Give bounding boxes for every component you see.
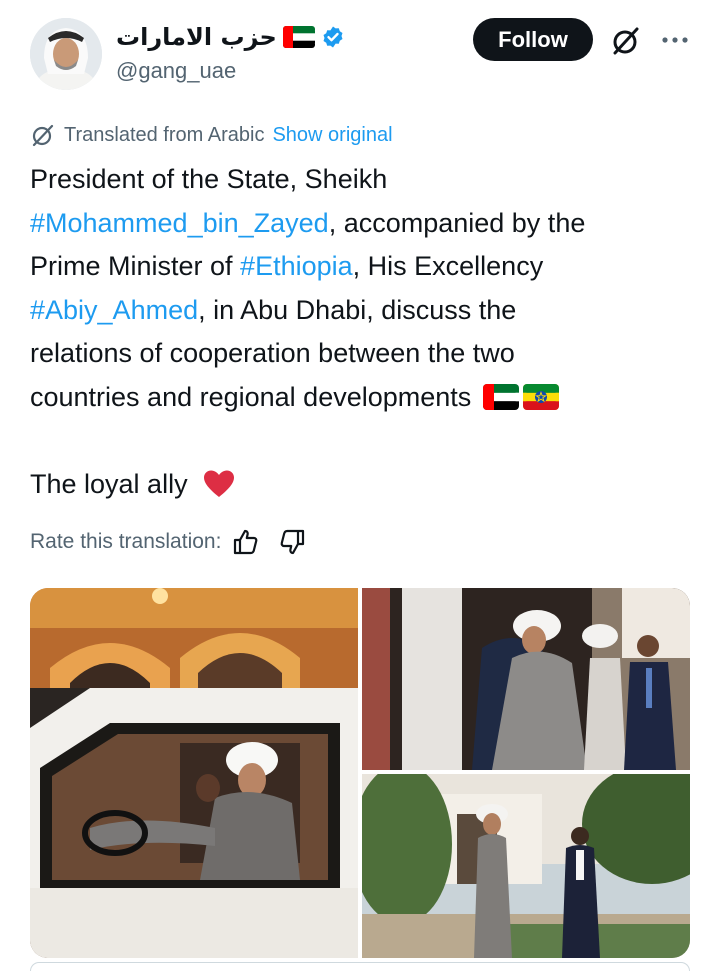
thumbs-up-icon[interactable] bbox=[231, 528, 259, 556]
rate-label: Rate this translation: bbox=[30, 530, 222, 553]
translation-notice: Translated from Arabic Show original bbox=[30, 122, 393, 148]
translated-label: Translated from Arabic bbox=[64, 123, 265, 146]
tweet-text-segment: The loyal ally bbox=[30, 468, 188, 499]
ethiopia-flag-icon bbox=[522, 383, 559, 410]
tweet-text-segment: President of the State, Sheikh bbox=[30, 164, 388, 194]
author-handle[interactable]: @gang_uae bbox=[116, 58, 345, 84]
tweet-line-empty bbox=[30, 419, 690, 463]
follow-button[interactable]: Follow bbox=[473, 18, 593, 61]
uae-flag-icon bbox=[282, 26, 315, 48]
tweet-text-segment: , accompanied by the bbox=[328, 207, 586, 238]
tweet-line: #Mohammed_bin_Zayed, accompanied by the bbox=[30, 202, 690, 246]
tweet-line: President of the State, Sheikh bbox=[30, 158, 690, 202]
grok-icon[interactable] bbox=[610, 25, 642, 57]
next-card-edge bbox=[30, 962, 690, 971]
tweet-text-segment: , in Abu Dhabi, discuss the bbox=[198, 294, 517, 325]
tweet-text-segment: , His Excellency bbox=[352, 251, 544, 281]
more-icon[interactable] bbox=[658, 28, 692, 52]
tweet-text: President of the State, Sheikh #Mohammed… bbox=[30, 158, 690, 506]
display-name[interactable]: حزب الامارات bbox=[116, 23, 277, 51]
rate-translation: Rate this translation: bbox=[30, 528, 307, 556]
hashtag-link[interactable]: #Abiy_Ahmed bbox=[30, 295, 198, 325]
photo-hug[interactable] bbox=[362, 588, 690, 770]
grok-icon bbox=[32, 124, 54, 147]
verified-badge-icon bbox=[323, 26, 343, 48]
tweet-text-segment: Prime Minister of bbox=[30, 251, 241, 281]
heart-icon bbox=[204, 470, 235, 497]
show-original-link[interactable]: Show original bbox=[272, 124, 392, 147]
photo-walk[interactable] bbox=[362, 774, 690, 958]
tweet-header: حزب الامارات @gang_uae Follow bbox=[30, 18, 700, 98]
tweet-text-segment: countries and regional developments bbox=[30, 381, 472, 412]
photo-car[interactable] bbox=[30, 588, 358, 958]
media-grid bbox=[30, 588, 690, 958]
tweet-line: countries and regional developments bbox=[30, 376, 690, 420]
thumbs-down-icon[interactable] bbox=[279, 528, 307, 556]
hashtag-link[interactable]: #Mohammed_bin_Zayed bbox=[30, 208, 329, 238]
display-name-row[interactable]: حزب الامارات bbox=[116, 22, 345, 52]
tweet-line: Prime Minister of #Ethiopia, His Excelle… bbox=[30, 245, 690, 289]
avatar[interactable] bbox=[30, 18, 102, 90]
hashtag-link[interactable]: #Ethiopia bbox=[240, 251, 353, 281]
tweet-line: The loyal ally bbox=[30, 463, 690, 507]
tweet-text-segment: relations of cooperation between the two bbox=[30, 338, 515, 368]
tweet-line: relations of cooperation between the two bbox=[30, 332, 690, 376]
author-names: حزب الامارات @gang_uae bbox=[116, 22, 345, 84]
tweet-line: #Abiy_Ahmed, in Abu Dhabi, discuss the bbox=[30, 289, 690, 333]
uae-flag-icon bbox=[482, 383, 519, 410]
